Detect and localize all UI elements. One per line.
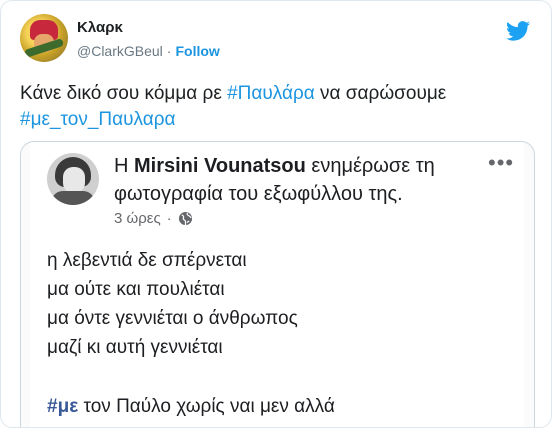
avatar-face-shape	[63, 167, 85, 193]
meta-separator: ·	[166, 210, 172, 227]
post-body-line-1: η λεβεντιά δε σπέρνεται	[47, 250, 247, 271]
post-body-line-3: μα όντε γεννιέται ο άνθρωπος	[47, 308, 298, 329]
handle-separator: ·	[166, 43, 172, 59]
tweet-card: Κλαρκ @ClarkGBeul · Follow Κάνε δικό σου κ…	[0, 0, 552, 428]
post-body: η λεβεντιά δε σπέρνεται μα ούτε και πουλ…	[47, 246, 517, 362]
post-hashtag-text: τον Παύλο χωρίς ναι μεν αλλά	[78, 396, 335, 417]
tweet-text-prefix: Κάνε δικό σου κόμμα ρε	[20, 83, 228, 104]
post-meta: 3 ώρες ·	[114, 210, 193, 227]
post-header-prefix: Η	[114, 155, 134, 177]
handle-row: @ClarkGBeul · Follow	[77, 43, 220, 59]
display-name[interactable]: Κλαρκ	[77, 19, 123, 36]
tweet-text: Κάνε δικό σου κόμμα ρε #Παυλάρα να σαρώσ…	[20, 81, 535, 133]
post-author-name: Mirsini Vounatsou	[134, 155, 306, 177]
twitter-bird-icon[interactable]	[506, 21, 530, 41]
follow-button[interactable]: Follow	[175, 43, 219, 59]
post-author-avatar	[47, 153, 99, 205]
tweet-text-middle: να σαρώσουμε	[314, 83, 447, 104]
post-header-text: Η Mirsini Vounatsou ενημέρωσε τη φωτογρα…	[114, 152, 484, 208]
globe-icon	[178, 211, 192, 226]
post-hashtag-line: #με τον Παύλο χωρίς ναι μεν αλλά	[47, 396, 335, 418]
profile-avatar[interactable]	[20, 14, 68, 62]
embedded-facebook-post: Η Mirsini Vounatsou ενημέρωσε τη φωτογρα…	[30, 142, 524, 427]
tweet-media-image[interactable]: Η Mirsini Vounatsou ενημέρωσε τη φωτογρα…	[20, 141, 535, 427]
post-body-line-4: μαζί κι αυτή γεννιέται	[47, 337, 223, 358]
post-hashtag: #με	[47, 396, 79, 417]
user-handle[interactable]: @ClarkGBeul	[77, 43, 163, 59]
hashtag-link-2[interactable]: #με_τον_Παυλαρα	[20, 109, 176, 130]
avatar-coat-shape	[51, 191, 95, 205]
more-dots-icon: •••	[488, 150, 515, 175]
post-time: 3 ώρες	[114, 210, 161, 227]
post-body-line-2: μα ούτε και πουλιέται	[47, 279, 225, 300]
hashtag-link-1[interactable]: #Παυλάρα	[227, 83, 315, 104]
